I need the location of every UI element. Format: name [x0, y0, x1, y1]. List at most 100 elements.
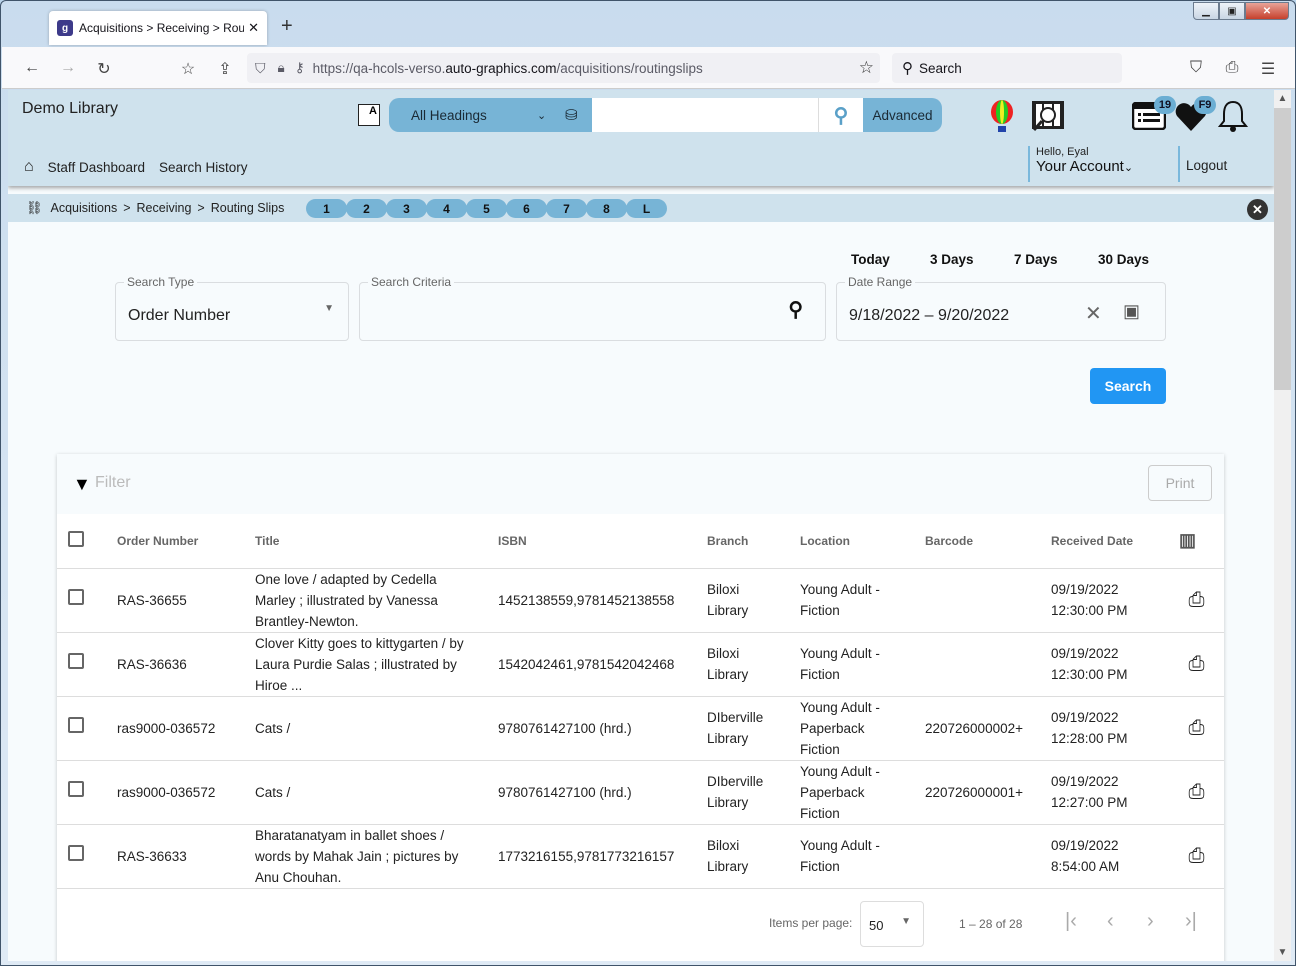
workspace-pill[interactable]: 5	[466, 199, 507, 218]
bookmark-page-icon[interactable]: ☆	[178, 59, 198, 79]
workspace-pill[interactable]: 4	[426, 199, 467, 218]
account-label: Your Account	[1036, 158, 1124, 175]
home-icon[interactable]: ⌂	[24, 158, 34, 176]
database-icon[interactable]: ⛁	[565, 106, 578, 124]
select-all-checkbox[interactable]	[68, 531, 84, 548]
browser-search-bar[interactable]: ⚲ Search	[892, 53, 1122, 83]
reload-icon[interactable]: ↻	[94, 59, 114, 79]
print-button[interactable]: Print	[1148, 465, 1212, 501]
breadcrumb-item[interactable]: Receiving	[137, 201, 192, 215]
catalog-search-icon[interactable]: ⚲	[818, 98, 863, 132]
heading-select[interactable]: All Headings ⌄ ⛁	[389, 98, 592, 132]
address-bar[interactable]: ⛉ 🔒︎ ⚷ https://qa-hcols-verso. auto-graph…	[247, 53, 880, 83]
key-icon[interactable]: ⚷	[295, 60, 305, 76]
breadcrumb: ⛓ Acquisitions > Receiving > Routing Sli…	[26, 200, 284, 216]
table-row[interactable]: ras9000-036572 Cats /9780761427100 (hrd.)…	[57, 760, 1224, 825]
range-30-days[interactable]: 30 Days	[1098, 252, 1149, 267]
print-slip-icon[interactable]: ⎙	[1179, 760, 1224, 825]
scroll-up-icon[interactable]: ▲	[1274, 90, 1291, 107]
workspace-pill[interactable]: 3	[386, 199, 427, 218]
row-checkbox[interactable]	[68, 781, 84, 797]
close-tab-icon[interactable]: ✕	[248, 20, 259, 36]
column-chooser-icon[interactable]: ▥	[1179, 514, 1224, 569]
range-7-days[interactable]: 7 Days	[1014, 252, 1058, 267]
maximize-button[interactable]: ▣	[1219, 2, 1245, 20]
new-tab-button[interactable]: +	[281, 15, 293, 38]
print-slip-icon[interactable]: ⎙	[1179, 568, 1224, 633]
next-page-icon[interactable]: ›	[1147, 910, 1154, 933]
bell-icon[interactable]	[1217, 99, 1249, 138]
print-icon[interactable]: ⎙	[1222, 59, 1242, 77]
row-checkbox[interactable]	[68, 717, 84, 733]
page-scrollbar[interactable]: ▲ ▼	[1274, 90, 1291, 961]
language-icon[interactable]: A	[358, 104, 380, 126]
search-icon[interactable]: ⚲	[788, 297, 803, 322]
search-button[interactable]: Search	[1090, 368, 1166, 404]
items-per-page-select[interactable]: 50 ▼	[860, 901, 924, 947]
back-icon[interactable]: ←	[22, 59, 42, 77]
filter-input[interactable]	[95, 474, 495, 492]
col-location[interactable]: Location	[800, 514, 925, 569]
window-controls: ▁ ▣ ✕	[1193, 2, 1289, 20]
col-isbn[interactable]: ISBN	[498, 514, 707, 569]
workspace-pill[interactable]: 2	[346, 199, 387, 218]
shield-icon[interactable]: ⛉	[255, 60, 266, 77]
nav-search-history[interactable]: Search History	[159, 160, 248, 175]
workspace-pill[interactable]: L	[626, 199, 667, 218]
row-checkbox[interactable]	[68, 589, 84, 605]
balloon-icon[interactable]	[990, 100, 1014, 139]
date-range-field[interactable]: Date Range 9/18/2022 – 9/20/2022 ✕ ▣	[836, 275, 1166, 341]
col-received-date[interactable]: Received Date	[1051, 514, 1179, 569]
inventory-search-icon[interactable]	[1030, 99, 1066, 138]
close-window-button[interactable]: ✕	[1245, 2, 1289, 20]
nav-staff-dashboard[interactable]: Staff Dashboard	[48, 160, 145, 175]
breadcrumb-item[interactable]: Acquisitions	[51, 201, 118, 215]
table-row[interactable]: ras9000-036572 Cats /9780761427100 (hrd.)…	[57, 696, 1224, 761]
workspace-pill[interactable]: 7	[546, 199, 587, 218]
workspace-pill[interactable]: 8	[586, 199, 627, 218]
menu-icon[interactable]: ☰	[1258, 59, 1278, 79]
col-branch[interactable]: Branch	[707, 514, 800, 569]
minimize-button[interactable]: ▁	[1193, 2, 1219, 20]
table-row[interactable]: RAS-36633 Bharatanatyam in ballet shoes /…	[57, 824, 1224, 889]
workspace-pill[interactable]: 6	[506, 199, 547, 218]
account-menu[interactable]: Hello, Eyal Your Account⌄	[1028, 146, 1133, 182]
clear-date-icon[interactable]: ✕	[1085, 301, 1102, 326]
list-icon[interactable]: 19	[1131, 96, 1176, 135]
col-title[interactable]: Title	[255, 514, 498, 569]
browser-tab[interactable]: g Acquisitions > Receiving > Routing Sli…	[49, 11, 267, 45]
close-workspace-icon[interactable]: ✕	[1247, 199, 1268, 220]
cell-title: Cats /	[255, 760, 498, 825]
advanced-search-button[interactable]: Advanced	[863, 98, 942, 132]
lock-icon[interactable]: 🔒︎	[278, 60, 285, 76]
col-order-number[interactable]: Order Number	[117, 514, 255, 569]
share-icon[interactable]: ⇪	[215, 59, 235, 79]
range-today[interactable]: Today	[851, 252, 890, 267]
tab-strip: g Acquisitions > Receiving > Routing Sli…	[1, 1, 1295, 47]
range-3-days[interactable]: 3 Days	[930, 252, 974, 267]
catalog-search-input[interactable]	[592, 98, 818, 132]
previous-page-icon[interactable]: ‹	[1107, 910, 1114, 933]
favorites-heart-icon[interactable]: F9	[1174, 96, 1216, 137]
scrollbar-thumb[interactable]	[1274, 108, 1291, 390]
search-criteria-field[interactable]: Search Criteria ⚲	[359, 275, 826, 341]
table-row[interactable]: RAS-36655 One love / adapted by Cedella M…	[57, 568, 1224, 633]
print-slip-icon[interactable]: ⎙	[1179, 824, 1224, 889]
scroll-down-icon[interactable]: ▼	[1274, 944, 1291, 961]
row-checkbox[interactable]	[68, 845, 84, 861]
workspace-pill[interactable]: 1	[306, 199, 347, 218]
forward-icon[interactable]: →	[58, 59, 78, 77]
filter-bar: ▼ Print	[57, 454, 1224, 514]
row-checkbox[interactable]	[68, 653, 84, 669]
print-slip-icon[interactable]: ⎙	[1179, 696, 1224, 761]
search-type-select[interactable]: Search Type Order Number ▼	[115, 275, 349, 341]
calendar-icon[interactable]: ▣	[1123, 301, 1140, 322]
table-row[interactable]: RAS-36636 Clover Kitty goes to kittygarte…	[57, 632, 1224, 697]
star-icon[interactable]: ☆	[859, 58, 874, 78]
last-page-icon[interactable]: ›|	[1185, 910, 1197, 933]
print-slip-icon[interactable]: ⎙	[1179, 632, 1224, 697]
pocket-icon[interactable]: ⛉	[1186, 59, 1206, 77]
logout-link[interactable]: Logout	[1178, 146, 1227, 182]
col-barcode[interactable]: Barcode	[925, 514, 1051, 569]
first-page-icon[interactable]: |‹	[1065, 910, 1077, 933]
